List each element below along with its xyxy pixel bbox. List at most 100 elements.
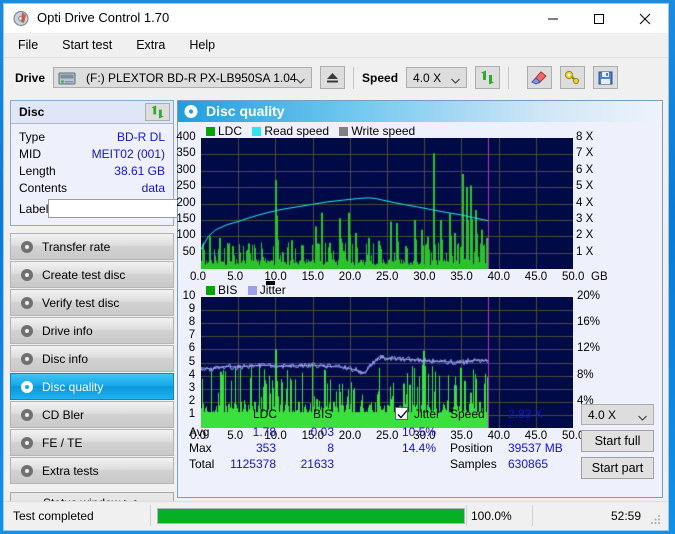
legend-label-jitter: Jitter (259, 283, 286, 297)
resize-grip[interactable] (650, 513, 662, 525)
jitter-checkbox-label: Jitter (414, 407, 441, 421)
disc-refresh-button[interactable] (145, 103, 170, 121)
axis-tick-label: 350 (176, 147, 196, 160)
axis-tick-label: 20% (577, 290, 601, 302)
maximize-button[interactable] (576, 4, 622, 33)
axis-tick-label: 35.0 (450, 271, 473, 283)
disc-quality-panel: Disc quality LDC Read speed Write speed … (176, 100, 663, 498)
legend-swatch-read-speed (252, 127, 262, 136)
axis-tick-label: 12% (577, 342, 601, 355)
refresh-button[interactable] (475, 66, 501, 89)
disc-info-rows: Type BD-R DL MID MEIT02 (001) Length 38.… (11, 124, 254, 225)
sidebar-item-label: Create test disc (42, 267, 126, 282)
drive-label: Drive (15, 70, 46, 85)
sidebar-item-drive-info[interactable]: Drive info (10, 317, 174, 344)
sidebar-item-fe-te[interactable]: FE / TE (10, 429, 174, 456)
axis-tick-label: 40.0 (487, 271, 510, 283)
eject-button[interactable] (320, 66, 346, 89)
sidebar-item-extra-tests[interactable]: Extra tests (10, 457, 174, 484)
top-chart-plot (201, 138, 573, 269)
speed-stat-label: Speed (450, 407, 485, 421)
disc-mid-value: MEIT02 (001) (91, 146, 165, 161)
close-button[interactable] (622, 4, 668, 33)
sidebar-item-label: Verify test disc (42, 295, 120, 310)
axis-tick-label: 150 (176, 212, 196, 225)
disc-label-caption: Label (19, 201, 49, 216)
drive-value: (F:) PLEXTOR BD-R PX-LB950SA 1.04 (86, 70, 297, 85)
axis-tick-label: 8% (577, 368, 594, 381)
app-icon (13, 10, 30, 27)
top-chart-legend: LDC Read speed Write speed (206, 124, 415, 138)
test-speed-select[interactable]: 4.0 X (581, 404, 654, 425)
stats-row-avg-label: Avg (189, 425, 210, 439)
disc-panel: Disc Type BD-R DL MID MEIT02 (001) Lengt… (10, 100, 254, 226)
disc-bler-icon (20, 407, 42, 422)
sidebar-item-disc-quality[interactable]: Disc quality (10, 373, 174, 400)
disc-mid-label: MID (19, 146, 41, 161)
minimize-button[interactable] (530, 4, 576, 33)
disc-info-icon (20, 323, 42, 338)
test-speed-value: 4.0 X (588, 407, 617, 422)
drive-select[interactable]: (F:) PLEXTOR BD-R PX-LB950SA 1.04 (53, 67, 313, 88)
axis-unit-label: GB (591, 271, 608, 283)
legend-swatch-jitter (247, 286, 257, 295)
axis-tick-label: 50 (182, 245, 196, 258)
sidebar-item-transfer-rate[interactable]: Transfer rate (10, 233, 174, 260)
axis-tick-label: 20.0 (338, 271, 362, 283)
disc-row-mid: MID MEIT02 (001) (19, 145, 165, 162)
legend-swatch-ldc (206, 127, 215, 136)
sidebar-item-create-test-disc[interactable]: Create test disc (10, 261, 174, 288)
main-area: Disc Type BD-R DL MID MEIT02 (001) Lengt… (5, 97, 667, 513)
axis-tick-label: 8 X (576, 131, 594, 143)
progress-bar (157, 508, 465, 524)
disc-info-icon (20, 351, 42, 366)
axis-tick-label: 45.0 (524, 271, 548, 283)
menu-extra[interactable]: Extra (132, 36, 169, 54)
save-button[interactable] (593, 66, 619, 89)
legend-label-bis: BIS (218, 283, 238, 297)
stats-jitter-avg: 10.5% (402, 425, 437, 439)
sidebar-item-disc-info[interactable]: Disc info (10, 345, 174, 372)
axis-tick-label: 3 X (576, 212, 594, 225)
axis-tick-label: 5 (188, 355, 196, 368)
title-bar: Opti Drive Control 1.70 (4, 4, 668, 33)
axis-tick-label: 100 (176, 229, 196, 242)
sidebar-item-label: Transfer rate (42, 239, 111, 254)
axis-tick-label: 250 (176, 180, 196, 193)
speed-label: Speed (362, 70, 399, 85)
disc-length-value: 38.61 GB (114, 163, 165, 178)
disc-quality-icon (20, 379, 42, 394)
disc-quality-icon (183, 104, 199, 119)
toolbar-divider-2 (508, 66, 510, 89)
axis-tick-label: 6 (188, 342, 196, 355)
menu-start-test[interactable]: Start test (58, 36, 116, 54)
sidebar-item-label: FE / TE (42, 435, 83, 450)
axis-tick-label: 9 (188, 303, 196, 316)
stats-ldc-total: 1125378 (230, 457, 276, 471)
status-text: Test completed (13, 509, 94, 523)
axis-tick-label: 8 (188, 316, 196, 329)
tools-button[interactable] (560, 66, 586, 89)
disc-type-value: BD-R DL (116, 129, 165, 144)
speed-select[interactable]: 4.0 X (406, 67, 468, 88)
start-full-button[interactable]: Start full (581, 430, 654, 452)
menu-help[interactable]: Help (185, 36, 219, 54)
axis-tick-label: 2 X (576, 229, 594, 242)
axis-tick-label: 15.0 (301, 271, 324, 283)
menu-bar: File Start test Extra Help (4, 33, 668, 57)
position-stat-value: 39537 MB (508, 441, 563, 455)
axis-tick-label: 300 (176, 163, 196, 176)
axis-tick-label: 6 X (576, 163, 594, 176)
jitter-checkbox[interactable] (395, 407, 408, 420)
disc-type-label: Type (19, 129, 46, 144)
samples-stat-value: 630865 (508, 457, 549, 471)
start-part-button[interactable]: Start part (581, 457, 654, 479)
nav-list: Transfer rate Create test disc Verify te… (10, 233, 174, 484)
eraser-button[interactable] (527, 66, 553, 89)
speed-stat-value: 2.83 X (508, 407, 543, 421)
menu-file[interactable]: File (14, 36, 42, 54)
chevron-down-icon (451, 73, 460, 84)
sidebar-item-cd-bler[interactable]: CD Bler (10, 401, 174, 428)
sidebar-item-verify-test-disc[interactable]: Verify test disc (10, 289, 174, 316)
toolbar: Drive (F:) PLEXTOR BD-R PX-LB950SA 1.04 (4, 57, 668, 97)
